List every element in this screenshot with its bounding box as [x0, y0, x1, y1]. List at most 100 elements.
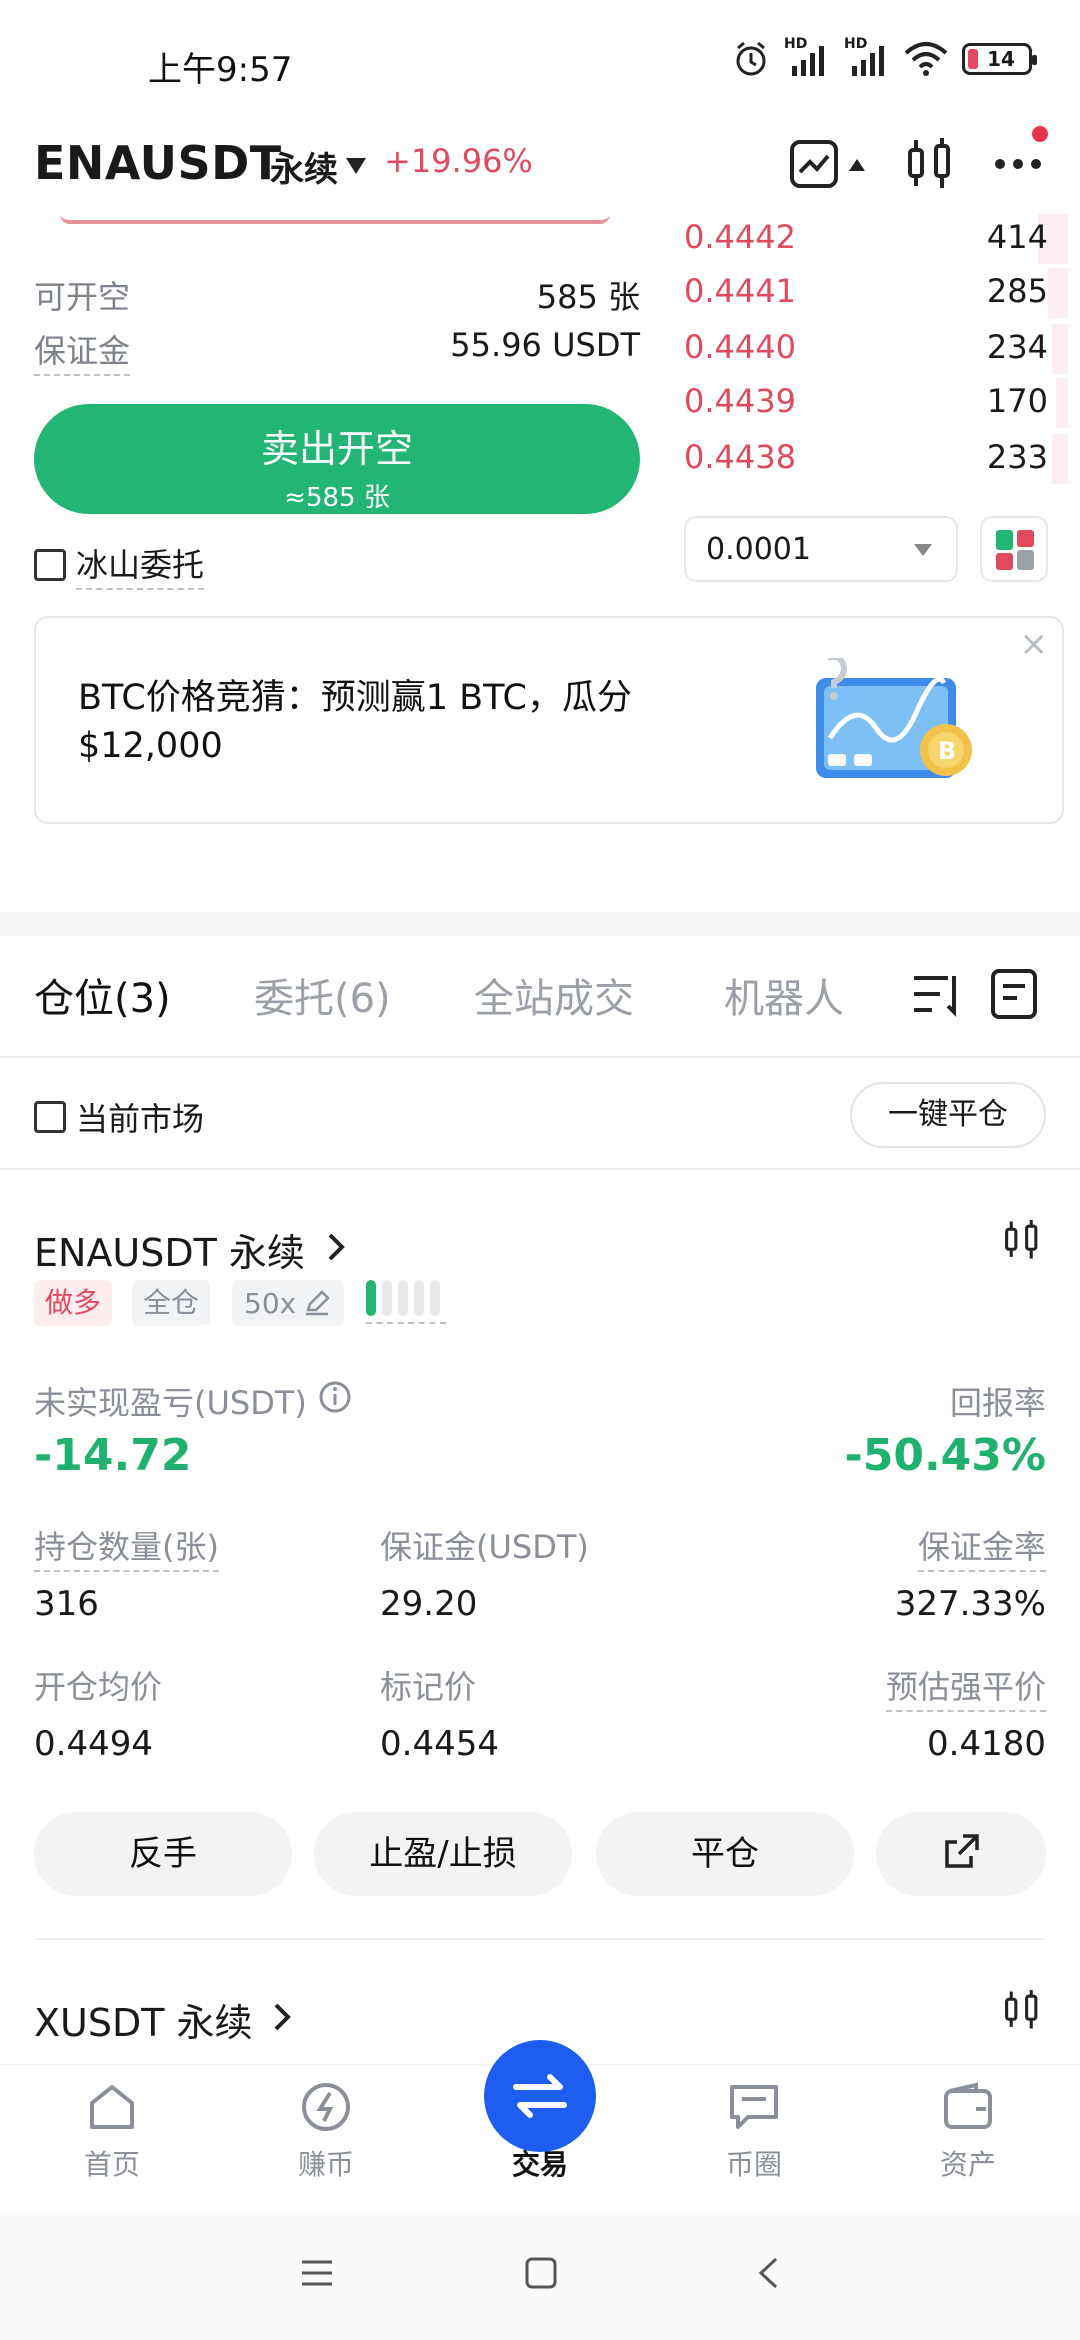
mark-price-value: 0.4454 [380, 1724, 499, 1764]
orderbook-ask-row[interactable]: 0.4438 233 [684, 434, 1068, 486]
tab-positions[interactable]: 仓位(3) [34, 966, 171, 1024]
current-market-option[interactable]: 当前市场 [34, 1094, 204, 1140]
bottom-tabs: 仓位(3) 委托(6) 全站成交 机器人 [0, 936, 1080, 1058]
kline-icon[interactable] [898, 132, 962, 196]
close-all-button[interactable]: 一键平仓 [850, 1082, 1046, 1148]
current-market-label: 当前市场 [76, 1100, 205, 1138]
entry-price-value: 0.4494 [34, 1724, 153, 1764]
contract-type[interactable]: 永续 [270, 142, 338, 191]
position-filter: 当前市场 一键平仓 [0, 1060, 1080, 1170]
can-open-value: 585 张 [536, 278, 640, 316]
nav-assets[interactable]: 资产 [898, 2079, 1038, 2183]
tab-bots[interactable]: 机器人 [724, 966, 844, 1024]
ask-qty: 234 [986, 328, 1048, 366]
next-position-kline-icon[interactable] [1002, 1988, 1042, 2032]
margin-label[interactable]: 保证金 [34, 326, 131, 376]
trade-header: ENAUSDT 永续 +19.96% [0, 118, 1080, 214]
ask-price: 0.4438 [684, 438, 796, 476]
promo-banner[interactable]: BTC价格竞猜：预测赢1 BTC，瓜分 $12,000 × B [34, 616, 1064, 824]
ask-qty: 233 [986, 438, 1048, 476]
depth-bar [1052, 434, 1068, 484]
margin-ratio-label[interactable]: 保证金率 [917, 1522, 1046, 1572]
ask-price: 0.4439 [684, 382, 796, 420]
chart-icon[interactable] [782, 132, 846, 196]
home-square-icon[interactable] [524, 2256, 558, 2290]
orderbook-layout-button[interactable] [980, 516, 1048, 582]
back-icon[interactable] [756, 2256, 780, 2290]
earn-icon [302, 2083, 350, 2131]
pair-selector[interactable]: ENAUSDT [34, 136, 282, 190]
orderbook-ask-row[interactable]: 0.4441 285 [684, 268, 1068, 320]
qty-value: 316 [34, 1584, 99, 1624]
section-divider [0, 912, 1080, 936]
signal-icon-1: HD [784, 36, 830, 78]
caret-up-icon[interactable] [848, 158, 866, 172]
risk-level-underline [366, 1322, 446, 1324]
close-position-button[interactable]: 平仓 [596, 1812, 854, 1896]
risk-level-bar [414, 1280, 424, 1316]
leverage-tag[interactable]: 50x [232, 1280, 344, 1326]
nav-earn[interactable]: 赚币 [256, 2079, 396, 2183]
status-icons: HD HD 14 [732, 36, 1037, 78]
position-separator [34, 1938, 1046, 1940]
position-title[interactable]: ENAUSDT 永续 [34, 1222, 305, 1277]
iceberg-checkbox[interactable] [34, 549, 66, 581]
position-kline-icon[interactable] [1002, 1218, 1042, 1262]
precision-select[interactable]: 0.0001 [684, 516, 958, 582]
caret-down-icon[interactable] [344, 156, 368, 176]
chevron-right-icon[interactable] [326, 1232, 346, 1262]
orderbook-ask-row[interactable]: 0.4442 414 [684, 214, 1068, 266]
banner-text: BTC价格竞猜：预测赢1 BTC，瓜分 $12,000 [78, 678, 632, 766]
status-time: 上午9:57 [148, 50, 293, 90]
chevron-right-icon[interactable] [272, 2002, 292, 2032]
mark-price-label: 标记价 [380, 1668, 477, 1706]
orderbook-layout-icon [996, 530, 1034, 570]
btc-prediction-illustration: B [816, 658, 972, 778]
status-bar: 上午9:57 HD HD 14 [0, 0, 1080, 120]
sell-open-short-button[interactable]: 卖出开空 ≈585 张 [34, 404, 640, 514]
sell-button-label: 卖出开空 [260, 427, 413, 471]
edit-icon [306, 1290, 330, 1316]
banner-close-icon[interactable]: × [1020, 624, 1049, 664]
tpsl-button[interactable]: 止盈/止损 [314, 1812, 572, 1896]
tab-market-trades[interactable]: 全站成交 [474, 966, 634, 1024]
reverse-button[interactable]: 反手 [34, 1812, 292, 1896]
menu-icon[interactable] [300, 2258, 334, 2288]
liq-price-label[interactable]: 预估强平价 [885, 1662, 1046, 1712]
share-icon [945, 1834, 979, 1868]
iceberg-label: 冰山委托 [76, 540, 205, 590]
trade-fab-button[interactable] [484, 2040, 596, 2152]
risk-level-bar [366, 1280, 376, 1316]
current-market-checkbox[interactable] [34, 1101, 66, 1133]
roe-label: 回报率 [949, 1384, 1046, 1422]
orderbook-ask-row[interactable]: 0.4440 234 [684, 324, 1068, 376]
sort-icon[interactable] [912, 972, 962, 1018]
wifi-icon [904, 42, 948, 76]
chat-icon [730, 2085, 778, 2129]
order-history-icon[interactable] [990, 968, 1038, 1020]
pnl-value: -14.72 [34, 1430, 192, 1481]
iceberg-option[interactable]: 冰山委托 [34, 540, 205, 590]
nav-home[interactable]: 首页 [42, 2079, 182, 2183]
info-icon[interactable] [318, 1380, 352, 1414]
notification-dot [1032, 126, 1048, 142]
system-navigation-bar [0, 2212, 1080, 2340]
tab-orders[interactable]: 委托(6) [254, 966, 391, 1024]
risk-level-bar [430, 1280, 440, 1316]
orderbook-ask-row[interactable]: 0.4439 170 [684, 378, 1068, 430]
pos-margin-label: 保证金(USDT) [380, 1528, 589, 1566]
depth-bar [1048, 268, 1068, 318]
depth-bar [1056, 378, 1068, 428]
nav-community[interactable]: 币圈 [684, 2079, 824, 2183]
qty-label[interactable]: 持仓数量(张) [34, 1522, 219, 1572]
next-position-title[interactable]: XUSDT 永续 [34, 1992, 253, 2047]
margin-mode-tag[interactable]: 全仓 [132, 1280, 210, 1326]
precision-value: 0.0001 [706, 532, 811, 567]
signal-icon-2: HD [844, 36, 890, 78]
ask-price: 0.4442 [684, 218, 796, 256]
risk-level-indicator[interactable] [366, 1280, 440, 1316]
dropdown-caret-icon [914, 544, 932, 556]
share-button[interactable] [876, 1812, 1046, 1896]
battery-icon: 14 [962, 43, 1037, 75]
ask-qty: 285 [986, 272, 1048, 310]
